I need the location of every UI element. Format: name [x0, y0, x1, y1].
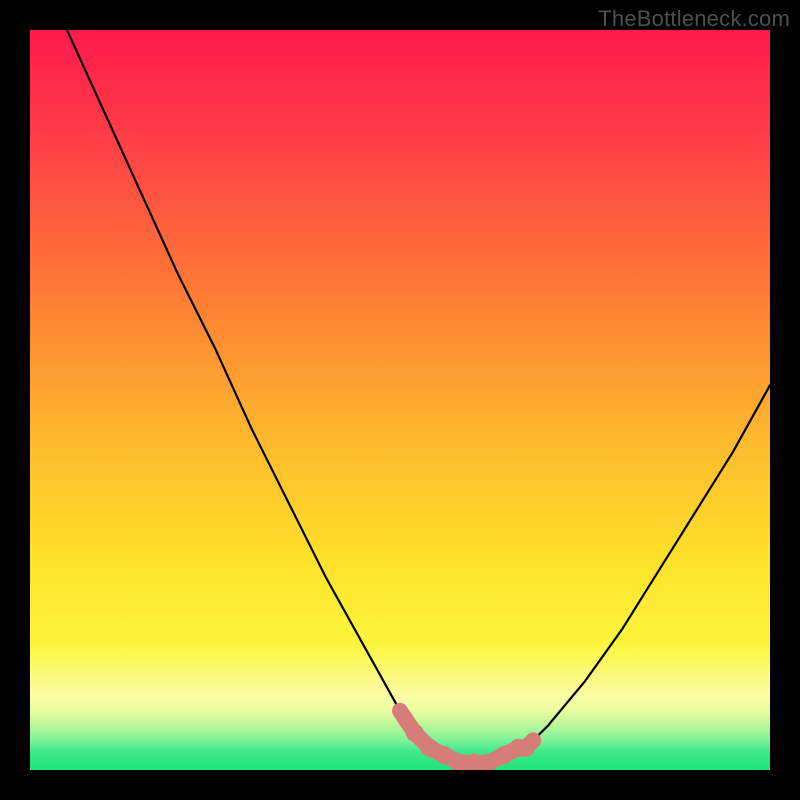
bottleneck-curve-layer	[30, 30, 770, 770]
highlight-marker	[526, 733, 540, 747]
highlight-markers	[393, 704, 540, 770]
chart-frame	[30, 30, 770, 770]
highlight-marker	[406, 724, 424, 742]
watermark-text: TheBottleneck.com	[598, 6, 790, 32]
bottleneck-curve	[67, 30, 770, 763]
highlight-marker	[393, 704, 407, 718]
